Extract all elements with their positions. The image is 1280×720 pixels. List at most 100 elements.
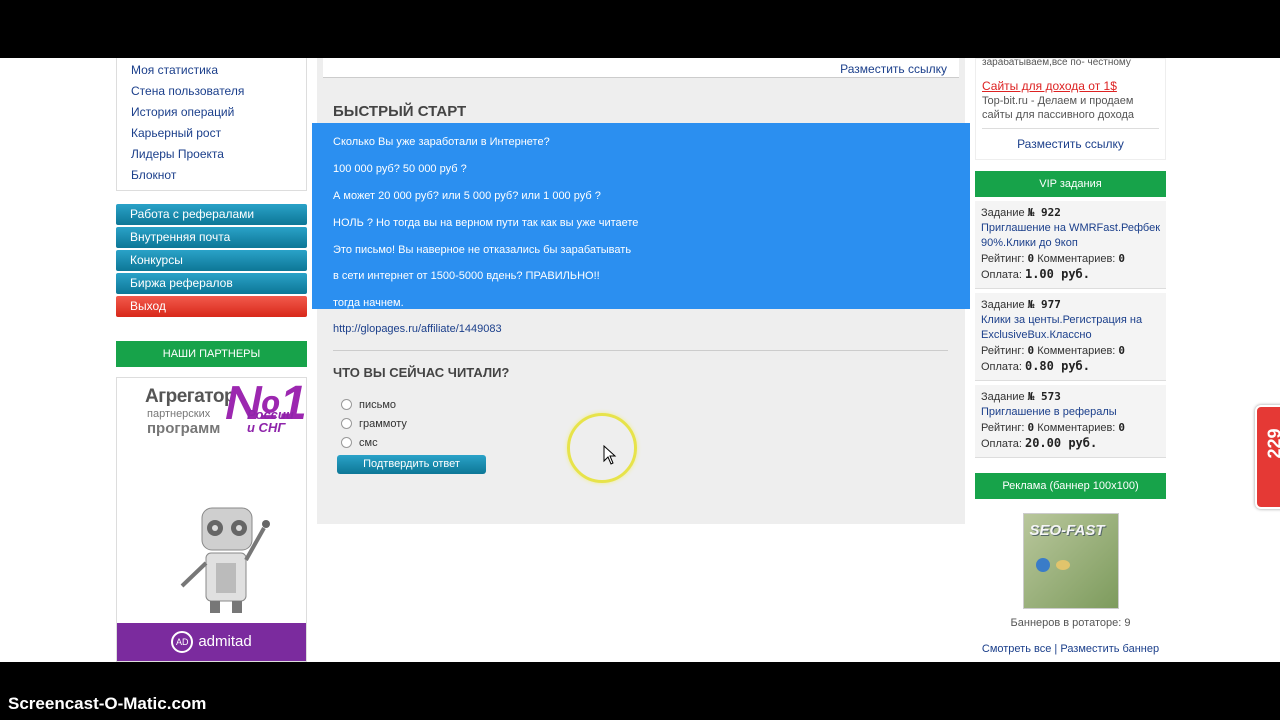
main-content: Разместить ссылку БЫСТРЫЙ СТАРТ Сколько … <box>312 58 970 524</box>
text-line-2: 100 000 руб? 50 000 руб ? <box>333 163 467 175</box>
comments-value: 0 <box>1118 252 1126 265</box>
seo-fast-banner[interactable]: SEO-FAST <box>1022 513 1119 609</box>
menu-notebook[interactable]: Блокнот <box>117 165 306 186</box>
text-line-7: тогда начнем. <box>333 297 404 309</box>
task-item: Задание № 977 Клики за центы.Регистрация… <box>975 293 1166 381</box>
side-widget-count: 229 <box>1264 428 1280 459</box>
menu-career[interactable]: Карьерный рост <box>117 123 306 144</box>
see-all-link[interactable]: Смотреть все <box>982 643 1051 655</box>
ad-title-link[interactable]: Сайты для дохода от 1$ <box>982 79 1159 93</box>
referrals-button[interactable]: Работа с рефералами <box>116 204 307 225</box>
referral-exchange-button[interactable]: Биржа рефералов <box>116 273 307 294</box>
ad-snippet: зарабатываем,все по- честному <box>982 59 1131 68</box>
text-line-1: Сколько Вы уже заработали в Интернете? <box>333 136 550 148</box>
task-item: Задание № 922 Приглашение на WMRFast.Реф… <box>975 201 1166 289</box>
comments-label: Комментариев: <box>1037 253 1116 265</box>
option-letter[interactable]: письмо <box>341 399 396 411</box>
banner-ad-header: Реклама (баннер 100x100) <box>975 473 1166 499</box>
coin-icon <box>1055 560 1070 570</box>
task-label: Задание <box>981 299 1025 311</box>
pay-label: Оплата: <box>981 269 1022 281</box>
menu-my-stats[interactable]: Моя статистика <box>117 60 306 81</box>
rotator-count: Баннеров в ротаторе: 9 <box>1010 617 1131 629</box>
task-item: Задание № 573 Приглашение в рефералы Рей… <box>975 385 1166 458</box>
action-buttons: Работа с рефералами Внутренняя почта Кон… <box>116 204 307 317</box>
admitad-footer: AD admitad <box>117 623 306 661</box>
text-line-3: А может 20 000 руб? или 5 000 руб? или 1… <box>333 190 601 202</box>
quickstart-title: БЫСТРЫЙ СТАРТ <box>333 103 467 120</box>
contests-button[interactable]: Конкурсы <box>116 250 307 271</box>
admitad-banner[interactable]: Агрегатор партнерских программ №1 России… <box>116 377 307 662</box>
pay-value: 0.80 руб. <box>1024 359 1090 373</box>
option-diploma[interactable]: граммоту <box>341 418 407 430</box>
banner-russia: России и СНГ <box>247 407 294 435</box>
rating-label: Рейтинг: <box>981 422 1025 434</box>
web-page: Моя статистика Стена пользователя Истори… <box>0 58 1280 662</box>
robot-icon <box>180 507 270 613</box>
admitad-brand: admitad <box>198 633 252 650</box>
pay-label: Оплата: <box>981 361 1022 373</box>
menu-project-leaders[interactable]: Лидеры Проекта <box>117 144 306 165</box>
menu-user-wall[interactable]: Стена пользователя <box>117 81 306 102</box>
radio-icon[interactable] <box>341 399 352 410</box>
option-sms[interactable]: смс <box>341 437 378 449</box>
side-counter-widget[interactable]: 229 <box>1255 405 1280 509</box>
rating-value: 0 <box>1027 421 1035 434</box>
admitad-logo-icon: AD <box>171 631 194 654</box>
comments-value: 0 <box>1118 421 1126 434</box>
vip-tasks-header: VIP задания <box>975 171 1166 197</box>
exit-button[interactable]: Выход <box>116 296 307 317</box>
task-label: Задание <box>981 207 1025 219</box>
rating-value: 0 <box>1027 344 1035 357</box>
user-menu: Моя статистика Стена пользователя Истори… <box>116 58 307 191</box>
task-link[interactable]: Клики за центы.Регистрация на ExclusiveB… <box>981 313 1160 343</box>
task-link[interactable]: Приглашение в рефералы <box>981 405 1160 420</box>
banner-line1: Агрегатор <box>145 386 236 407</box>
question-title: ЧТО ВЫ СЕЙЧАС ЧИТАЛИ? <box>333 365 510 380</box>
task-label: Задание <box>981 391 1025 403</box>
option-label: письмо <box>359 399 397 411</box>
rating-label: Рейтинг: <box>981 345 1025 357</box>
pay-value: 20.00 руб. <box>1024 436 1098 450</box>
screencast-watermark: Screencast-O-Matic.com <box>8 694 207 713</box>
option-label: граммоту <box>359 418 407 430</box>
task-number: № 922 <box>1027 206 1061 219</box>
task-link[interactable]: Приглашение на WMRFast.Рефбек 90%.Клики … <box>981 221 1160 251</box>
left-sidebar: Моя статистика Стена пользователя Истори… <box>116 58 307 662</box>
partners-header: НАШИ ПАРТНЕРЫ <box>116 341 307 367</box>
internal-mail-button[interactable]: Внутренняя почта <box>116 227 307 248</box>
banner-line3: программ <box>147 420 221 437</box>
option-label: смс <box>359 437 378 449</box>
banner-links: Смотреть все | Разместить баннер <box>975 642 1166 656</box>
text-line-6: в сети интернет от 1500-5000 вдень? ПРАВ… <box>333 270 600 282</box>
comments-label: Комментариев: <box>1037 345 1116 357</box>
mouse-pointer-icon <box>603 445 617 465</box>
click-highlight-ring <box>567 413 637 483</box>
pay-label: Оплата: <box>981 438 1022 450</box>
banner-brand: SEO-FAST <box>1029 522 1105 539</box>
top-link-bar: Разместить ссылку <box>323 58 959 78</box>
ad-description: Top-bit.ru - Делаем и продаем сайты для … <box>982 95 1135 121</box>
link-separator: | <box>1054 643 1058 655</box>
comments-value: 0 <box>1118 344 1126 357</box>
right-sidebar: зарабатываем,все по- честному Сайты для … <box>975 58 1166 656</box>
confirm-answer-button[interactable]: Подтвердить ответ <box>337 455 486 474</box>
task-number: № 573 <box>1027 390 1061 403</box>
affiliate-link[interactable]: http://glopages.ru/affiliate/1449083 <box>333 323 502 335</box>
place-link-top[interactable]: Разместить ссылку <box>840 62 947 76</box>
radio-icon[interactable] <box>341 437 352 448</box>
pay-value: 1.00 руб. <box>1024 267 1090 281</box>
banner-line2: партнерских <box>147 408 211 420</box>
place-link-right[interactable]: Разместить ссылку <box>982 128 1159 159</box>
globe-icon <box>1035 558 1050 572</box>
rating-label: Рейтинг: <box>981 253 1025 265</box>
divider <box>333 350 948 351</box>
text-line-5: Это письмо! Вы наверное не отказались бы… <box>333 244 632 256</box>
rating-value: 0 <box>1027 252 1035 265</box>
text-ads-box: зарабатываем,все по- честному Сайты для … <box>975 58 1166 160</box>
text-line-4: НОЛЬ ? Но тогда вы на верном пути так ка… <box>333 217 639 229</box>
menu-operations-history[interactable]: История операций <box>117 102 306 123</box>
task-number: № 977 <box>1027 298 1061 311</box>
place-banner-link[interactable]: Разместить баннер <box>1060 643 1159 655</box>
radio-icon[interactable] <box>341 418 352 429</box>
